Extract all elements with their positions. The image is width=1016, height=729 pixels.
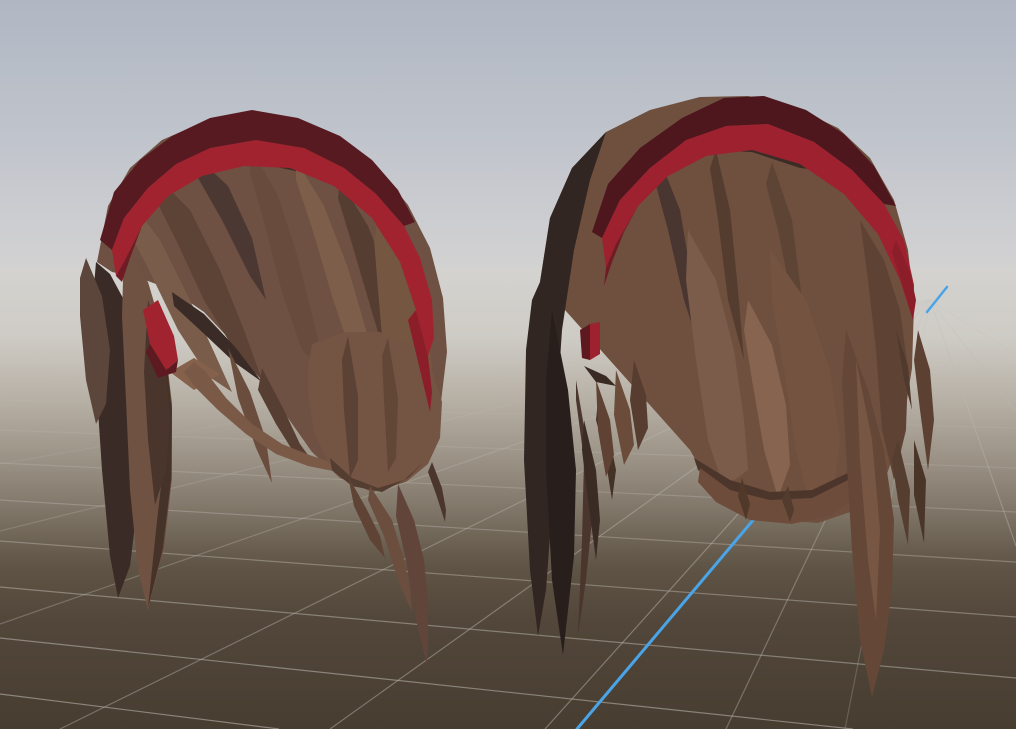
- viewport-3d[interactable]: [0, 0, 1016, 729]
- hair_right-polygon: [590, 322, 600, 360]
